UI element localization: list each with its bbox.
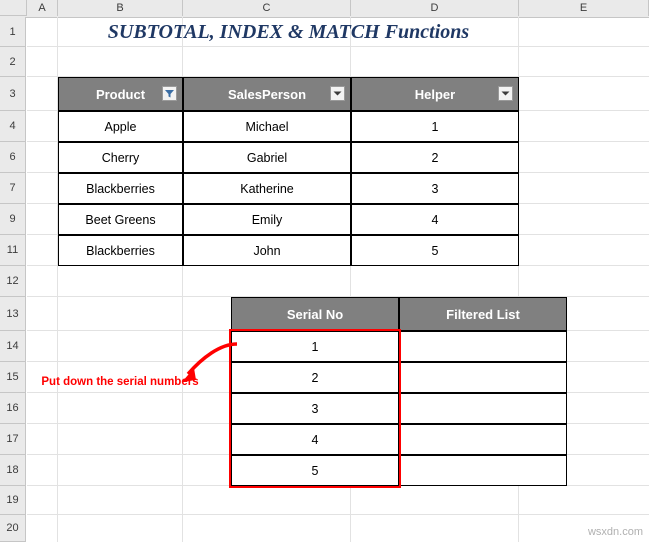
gridline-horizontal <box>27 514 649 515</box>
table1-cell-product[interactable]: Beet Greens <box>58 204 183 235</box>
row-header-12[interactable]: 12 <box>0 266 26 297</box>
watermark: wsxdn.com <box>587 526 643 538</box>
row-header-20[interactable]: 20 <box>0 515 26 542</box>
chevron-down-icon <box>501 91 510 96</box>
row-header-16[interactable]: 16 <box>0 393 26 424</box>
table1-cell-helper[interactable]: 1 <box>351 111 519 142</box>
row-header-9[interactable]: 9 <box>0 204 26 235</box>
serial-number-highlight-box <box>229 329 401 488</box>
row-header-15[interactable]: 15 <box>0 362 26 393</box>
spreadsheet-grid[interactable]: A B C D E 1 2 3 4 6 7 9 11 12 13 14 15 1… <box>0 0 649 542</box>
table1-cell-salesperson[interactable]: Emily <box>183 204 351 235</box>
table1-cell-helper[interactable]: 4 <box>351 204 519 235</box>
table2-cell-filtered-list[interactable] <box>399 362 567 393</box>
table1-cell-product[interactable]: Blackberries <box>58 173 183 204</box>
table1-cell-product[interactable]: Blackberries <box>58 235 183 266</box>
row-header-19[interactable]: 19 <box>0 486 26 515</box>
table2-header-serial-no[interactable]: Serial No <box>231 297 399 331</box>
table1-cell-product[interactable]: Apple <box>58 111 183 142</box>
row-header-7[interactable]: 7 <box>0 173 26 204</box>
table1-cell-salesperson[interactable]: Gabriel <box>183 142 351 173</box>
filter-applied-icon[interactable] <box>162 86 177 101</box>
row-header-6[interactable]: 6 <box>0 142 26 173</box>
row-header-18[interactable]: 18 <box>0 455 26 486</box>
table1-cell-helper[interactable]: 2 <box>351 142 519 173</box>
table1-cell-helper[interactable]: 5 <box>351 235 519 266</box>
select-all-corner[interactable] <box>0 0 27 16</box>
row-header-17[interactable]: 17 <box>0 424 26 455</box>
column-header-e[interactable]: E <box>519 0 649 16</box>
table1-cell-salesperson[interactable]: John <box>183 235 351 266</box>
row-header-1[interactable]: 1 <box>0 17 26 47</box>
row-header-14[interactable]: 14 <box>0 331 26 362</box>
annotation-arrow <box>182 342 238 382</box>
chevron-down-icon <box>333 91 342 96</box>
column-header-c[interactable]: C <box>183 0 351 16</box>
funnel-glyph <box>165 90 174 98</box>
column-header-a[interactable]: A <box>27 0 58 16</box>
table1-header-helper[interactable]: Helper <box>351 77 519 111</box>
table2-cell-filtered-list[interactable] <box>399 393 567 424</box>
table2-cell-filtered-list[interactable] <box>399 331 567 362</box>
table1-header-salesperson[interactable]: SalesPerson <box>183 77 351 111</box>
row-header-3[interactable]: 3 <box>0 77 26 111</box>
table1-cell-salesperson[interactable]: Michael <box>183 111 351 142</box>
table1-cell-helper[interactable]: 3 <box>351 173 519 204</box>
row-header-13[interactable]: 13 <box>0 297 26 331</box>
table2-header-filtered-list[interactable]: Filtered List <box>399 297 567 331</box>
table1-cell-product[interactable]: Cherry <box>58 142 183 173</box>
table1-cell-salesperson[interactable]: Katherine <box>183 173 351 204</box>
page-title: SUBTOTAL, INDEX & MATCH Functions <box>107 20 470 43</box>
row-header-2[interactable]: 2 <box>0 47 26 77</box>
filter-dropdown-icon-salesperson[interactable] <box>330 86 345 101</box>
column-header-b[interactable]: B <box>58 0 183 16</box>
column-header-d[interactable]: D <box>351 0 519 16</box>
table2-cell-filtered-list[interactable] <box>399 424 567 455</box>
row-header-4[interactable]: 4 <box>0 111 26 142</box>
filter-dropdown-icon-helper[interactable] <box>498 86 513 101</box>
row-header-11[interactable]: 11 <box>0 235 26 266</box>
table2-cell-filtered-list[interactable] <box>399 455 567 486</box>
